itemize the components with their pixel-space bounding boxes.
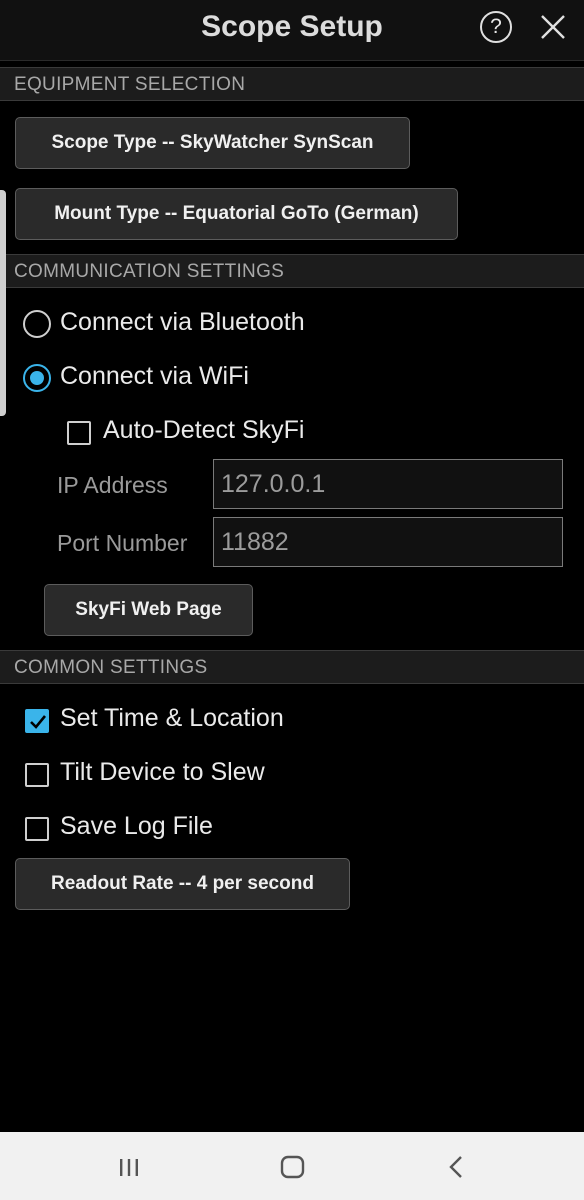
navigation-bar: [0, 1132, 584, 1200]
section-title: COMMON SETTINGS: [14, 657, 208, 678]
tilt-device-label: Tilt Device to Slew: [60, 758, 265, 786]
readout-rate-button[interactable]: Readout Rate -- 4 per second: [15, 858, 350, 910]
ip-address-field[interactable]: [213, 459, 563, 509]
ip-address-label: IP Address: [57, 472, 168, 498]
scope-setup-screen: Scope Setup ? EQUIPMENT SELECTION Scope …: [0, 0, 584, 1200]
save-log-file-label: Save Log File: [60, 812, 213, 840]
port-number-label: Port Number: [57, 530, 188, 556]
edge-panel-handle[interactable]: [0, 190, 6, 416]
auto-detect-skyfi-checkbox[interactable]: [67, 421, 91, 445]
set-time-location-label: Set Time & Location: [60, 704, 284, 732]
title-bar: Scope Setup ?: [0, 0, 584, 61]
save-log-file-checkbox[interactable]: [25, 817, 49, 841]
tilt-device-option[interactable]: Tilt Device to Slew: [25, 754, 425, 794]
help-icon[interactable]: ?: [480, 11, 512, 43]
section-header-communication: COMMUNICATION SETTINGS: [0, 254, 584, 288]
wifi-radio[interactable]: [23, 364, 51, 392]
section-title: COMMUNICATION SETTINGS: [14, 261, 285, 282]
recent-apps-icon[interactable]: [114, 1152, 144, 1182]
close-icon[interactable]: [538, 12, 568, 42]
save-log-file-option[interactable]: Save Log File: [25, 808, 425, 848]
bluetooth-radio-label: Connect via Bluetooth: [60, 308, 305, 336]
skyfi-web-page-button[interactable]: SkyFi Web Page: [44, 584, 253, 636]
section-header-equipment: EQUIPMENT SELECTION: [0, 67, 584, 101]
checkmark-icon: [30, 715, 47, 729]
port-number-field[interactable]: [213, 517, 563, 567]
tilt-device-checkbox[interactable]: [25, 763, 49, 787]
bluetooth-radio[interactable]: [23, 310, 51, 338]
section-header-common: COMMON SETTINGS: [0, 650, 584, 684]
home-icon[interactable]: [278, 1152, 308, 1182]
set-time-location-checkbox[interactable]: [25, 709, 49, 733]
wifi-radio-option[interactable]: Connect via WiFi: [23, 358, 423, 398]
scope-type-button[interactable]: Scope Type -- SkyWatcher SynScan: [15, 117, 410, 169]
bluetooth-radio-option[interactable]: Connect via Bluetooth: [23, 304, 423, 344]
auto-detect-skyfi-option[interactable]: Auto-Detect SkyFi: [67, 412, 367, 452]
back-icon[interactable]: [442, 1152, 472, 1182]
section-title: EQUIPMENT SELECTION: [14, 74, 246, 95]
wifi-radio-label: Connect via WiFi: [60, 362, 249, 390]
mount-type-button[interactable]: Mount Type -- Equatorial GoTo (German): [15, 188, 458, 240]
auto-detect-skyfi-label: Auto-Detect SkyFi: [103, 416, 305, 444]
set-time-location-option[interactable]: Set Time & Location: [25, 700, 425, 740]
